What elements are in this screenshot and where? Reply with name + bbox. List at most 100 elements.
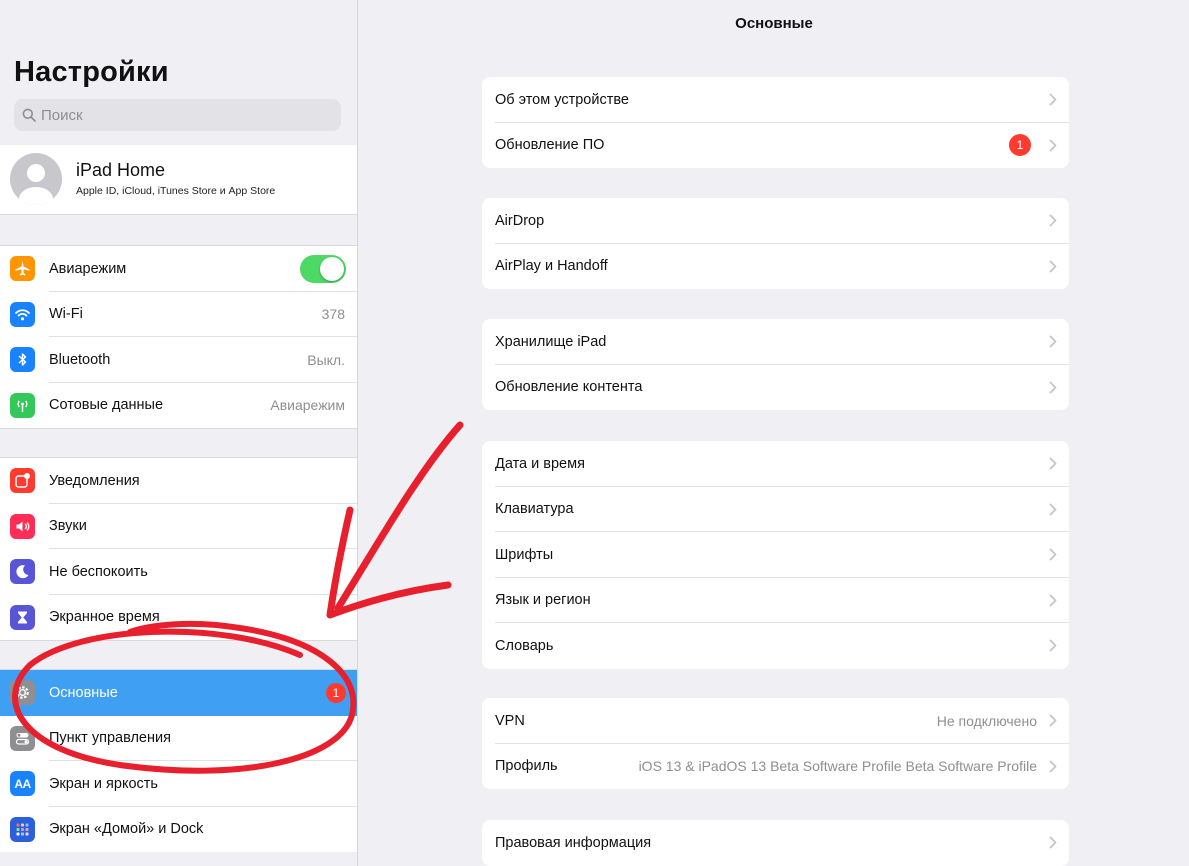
- settings-row[interactable]: Хранилище iPad: [482, 319, 1069, 365]
- settings-row[interactable]: Правовая информация: [482, 820, 1069, 866]
- chevron-right-icon: [1049, 260, 1057, 272]
- sidebar-item-label: Пункт управления: [49, 730, 171, 747]
- sidebar-item-label: Экранное время: [49, 609, 160, 626]
- settings-row[interactable]: Обновление контента: [482, 365, 1069, 411]
- sidebar-item-label: Звуки: [49, 518, 87, 535]
- sidebar-group-notifications: Уведомления Звуки Не беспокоить Экранное вр…: [0, 457, 357, 641]
- chevron-right-icon: [1049, 457, 1057, 470]
- settings-row[interactable]: Словарь: [482, 623, 1069, 669]
- settings-row-value: iOS 13 & iPadOS 13 Beta Software Profile…: [638, 758, 1037, 775]
- settings-row-label: VPN: [495, 712, 525, 729]
- sidebar: Настройки Поиск iPad Home Apple ID, iClo…: [0, 0, 358, 866]
- sidebar-item-label: Не беспокоить: [49, 563, 148, 580]
- settings-row[interactable]: Об этом устройстве: [482, 77, 1069, 123]
- sidebar-item[interactable]: Экран «Домой» и Dock: [0, 807, 357, 853]
- sidebar-item[interactable]: Основные 1: [0, 670, 357, 716]
- settings-card-airdrop: AirDrop AirPlay и Handoff: [482, 198, 1069, 289]
- sidebar-item[interactable]: Bluetooth Выкл.: [0, 337, 357, 383]
- settings-row-label: Язык и регион: [495, 592, 591, 609]
- settings-card-legal: Правовая информация: [482, 820, 1069, 866]
- sidebar-item[interactable]: Уведомления: [0, 458, 357, 504]
- settings-row-label: Обновление контента: [495, 379, 643, 396]
- sidebar-item[interactable]: Не беспокоить: [0, 549, 357, 595]
- chevron-right-icon: [1049, 594, 1057, 606]
- sidebar-item[interactable]: Звуки: [0, 504, 357, 549]
- settings-row[interactable]: Профиль iOS 13 & iPadOS 13 Beta Software …: [482, 744, 1069, 790]
- settings-row-label: Обновление ПО: [495, 137, 605, 154]
- home-screen-icon: [10, 816, 35, 842]
- settings-row[interactable]: AirPlay и Handoff: [482, 244, 1069, 290]
- search-icon: [22, 108, 36, 122]
- sidebar-item[interactable]: Wi-Fi 378: [0, 292, 357, 337]
- sidebar-item[interactable]: Экранное время: [0, 595, 357, 641]
- main-panel: Основные Об этом устройстве Обновление ПО…: [359, 0, 1189, 866]
- sidebar-item-label: Wi-Fi: [49, 306, 83, 323]
- settings-row[interactable]: Шрифты: [482, 532, 1069, 578]
- settings-row-label: Дата и время: [495, 455, 585, 472]
- chevron-right-icon: [1049, 93, 1057, 106]
- airplane-icon: [10, 256, 35, 281]
- settings-row[interactable]: Клавиатура: [482, 487, 1069, 532]
- chevron-right-icon: [1049, 548, 1057, 561]
- gear-icon: [10, 680, 35, 705]
- sidebar-item-label: Основные: [49, 684, 118, 701]
- settings-row[interactable]: Дата и время: [482, 441, 1069, 487]
- settings-row-label: Клавиатура: [495, 501, 574, 518]
- chevron-right-icon: [1049, 714, 1057, 727]
- settings-row[interactable]: Язык и регион: [482, 578, 1069, 623]
- sidebar-item-value: Авиарежим: [270, 397, 345, 414]
- sidebar-item-label: Экран «Домой» и Dock: [49, 821, 204, 838]
- settings-row-label: Словарь: [495, 637, 554, 654]
- sidebar-item[interactable]: Авиарежим: [0, 246, 357, 292]
- sidebar-item[interactable]: Пункт управления: [0, 716, 357, 761]
- notification-badge: 1: [326, 682, 346, 703]
- settings-row-label: Об этом устройстве: [495, 91, 629, 108]
- sidebar-group-general: Основные 1 Пункт управления AA Экран и яркос…: [0, 669, 357, 853]
- profile-row[interactable]: iPad Home Apple ID, iCloud, iTunes Store…: [0, 145, 357, 215]
- sidebar-title: Настройки: [14, 56, 169, 88]
- settings-row[interactable]: AirDrop: [482, 198, 1069, 244]
- chevron-right-icon: [1049, 335, 1057, 348]
- moon-icon: [10, 559, 35, 584]
- control-center-icon: [10, 725, 35, 751]
- chevron-right-icon: [1049, 503, 1057, 515]
- chevron-right-icon: [1049, 381, 1057, 393]
- settings-card-storage: Хранилище iPad Обновление контента: [482, 319, 1069, 410]
- chevron-right-icon: [1049, 639, 1057, 652]
- avatar: [10, 153, 62, 205]
- sidebar-group-connectivity: Авиарежим Wi-Fi 378 Bluetooth Выкл. Сотовые д…: [0, 245, 357, 429]
- search-placeholder: Поиск: [41, 106, 83, 124]
- settings-card-about: Об этом устройстве Обновление ПО 1: [482, 77, 1069, 168]
- sound-icon: [10, 513, 35, 539]
- bluetooth-icon: [10, 347, 35, 372]
- settings-card-vpn: VPN Не подключено Профиль iOS 13 & iPadOS 1…: [482, 698, 1069, 789]
- sidebar-item-value: 378: [321, 306, 345, 323]
- sidebar-item-label: Авиарежим: [49, 260, 127, 277]
- profile-name: iPad Home: [76, 160, 166, 180]
- person-icon: [19, 164, 53, 205]
- hourglass-icon: [10, 604, 35, 630]
- sidebar-item-value: Выкл.: [307, 351, 345, 368]
- search-field[interactable]: Поиск: [14, 99, 341, 131]
- sidebar-item-label: Экран и яркость: [49, 775, 158, 792]
- airplane-mode-toggle[interactable]: [300, 254, 346, 283]
- settings-row-label: Правовая информация: [495, 834, 652, 851]
- settings-row-value: Не подключено: [936, 712, 1037, 729]
- chevron-right-icon: [1049, 836, 1057, 849]
- settings-row[interactable]: VPN Не подключено: [482, 698, 1069, 744]
- sidebar-item[interactable]: AA Экран и яркость: [0, 761, 357, 807]
- sidebar-item-label: Сотовые данные: [49, 397, 164, 414]
- wifi-icon: [10, 301, 35, 327]
- chevron-right-icon: [1049, 760, 1057, 772]
- sidebar-item-label: Уведомления: [49, 472, 140, 489]
- settings-row-label: Профиль: [495, 758, 558, 775]
- settings-row[interactable]: Обновление ПО 1: [482, 123, 1069, 169]
- sidebar-item-label: Bluetooth: [49, 351, 111, 368]
- update-badge: 1: [1009, 134, 1031, 157]
- page-title: Основные: [735, 15, 813, 32]
- cellular-icon: [10, 392, 35, 418]
- settings-card-datetime: Дата и время Клавиатура Шрифты Язык и регио…: [482, 441, 1069, 669]
- notifications-icon: [10, 468, 35, 493]
- sidebar-item[interactable]: Сотовые данные Авиарежим: [0, 383, 357, 429]
- profile-subtitle: Apple ID, iCloud, iTunes Store и App Sto…: [76, 185, 276, 197]
